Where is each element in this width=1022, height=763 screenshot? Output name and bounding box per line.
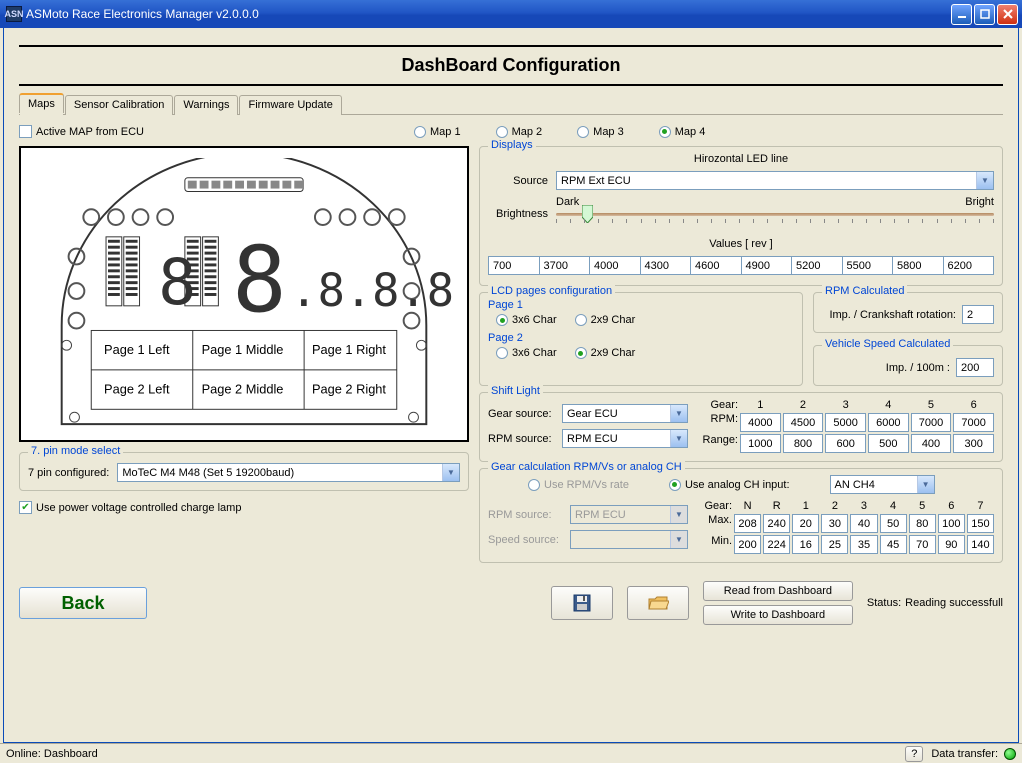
map3-radio[interactable]: Map 3 (577, 126, 624, 138)
chevron-down-icon: ▼ (917, 476, 934, 493)
source-label: Source (488, 175, 548, 187)
help-button[interactable]: ? (905, 746, 923, 762)
source-select[interactable]: RPM Ext ECU▼ (556, 171, 994, 190)
gear-source-select[interactable]: Gear ECU▼ (562, 404, 688, 423)
shift-rpm-source-select[interactable]: RPM ECU▼ (562, 429, 688, 448)
value-input[interactable]: 5800 (892, 256, 943, 275)
pin-configured-label: 7 pin configured: (28, 467, 109, 479)
svg-text:Page 2 Left: Page 2 Left (104, 382, 170, 397)
value-input[interactable]: 4300 (640, 256, 691, 275)
window-title: ASMoto Race Electronics Manager v2.0.0.0 (26, 7, 951, 21)
value-input[interactable]: 4000 (589, 256, 640, 275)
gearcalc-speed-source-select: ▼ (570, 530, 688, 549)
charge-lamp-label: Use power voltage controlled charge lamp (36, 502, 241, 514)
values-row: 700 3700 4000 4300 4600 4900 5200 5500 5… (488, 256, 994, 275)
open-button[interactable] (627, 586, 689, 620)
p1-3x6-radio[interactable]: 3x6 Char (496, 314, 557, 326)
close-button[interactable] (997, 4, 1018, 25)
status-label: Status: (867, 597, 901, 609)
chevron-down-icon: ▼ (670, 430, 687, 447)
speed-calc-input[interactable]: 200 (956, 358, 994, 377)
led-line-title: Hirozontal LED line (488, 153, 994, 165)
pin-configured-select[interactable]: MoTeC M4 M48 (Set 5 19200baud)▼ (117, 463, 460, 482)
status-text: Reading successfull (905, 597, 1003, 609)
values-label: Values [ rev ] (488, 238, 994, 250)
page-title: DashBoard Configuration (19, 55, 1003, 76)
gearcalc-rpm-source-select: RPM ECU▼ (570, 505, 688, 524)
map1-radio[interactable]: Map 1 (414, 126, 461, 138)
p2-2x9-radio[interactable]: 2x9 Char (575, 347, 636, 359)
dashboard-preview: 8 8 .8.8.8. Page 1 Left Page 1 Middle Pa… (19, 146, 469, 442)
chevron-down-icon: ▼ (670, 506, 687, 523)
use-analog-ch-radio[interactable]: Use analog CH input: (669, 479, 790, 491)
active-map-label: Active MAP from ECU (36, 126, 144, 138)
statusbar-right: Data transfer: (931, 748, 998, 760)
folder-icon (647, 593, 669, 613)
map2-radio[interactable]: Map 2 (496, 126, 543, 138)
svg-text:8: 8 (158, 245, 196, 319)
displays-legend: Displays (488, 139, 536, 151)
chevron-down-icon: ▼ (670, 405, 687, 422)
tab-maps[interactable]: Maps (19, 93, 64, 113)
analog-ch-select[interactable]: AN CH4▼ (830, 475, 935, 494)
value-input[interactable]: 5500 (842, 256, 893, 275)
chevron-down-icon: ▼ (670, 531, 687, 548)
svg-text:.8.8.8.: .8.8.8. (290, 264, 457, 317)
svg-text:8: 8 (232, 228, 287, 333)
chevron-down-icon: ▼ (442, 464, 459, 481)
shift-rpm-input[interactable]: 4000 (740, 413, 781, 432)
lcd-legend: LCD pages configuration (488, 285, 615, 297)
brightness-label: Brightness (488, 208, 548, 220)
p2-3x6-radio[interactable]: 3x6 Char (496, 347, 557, 359)
tab-warnings[interactable]: Warnings (174, 95, 238, 115)
brightness-slider[interactable] (556, 213, 994, 216)
tab-firmware-update[interactable]: Firmware Update (239, 95, 341, 115)
svg-text:Page 1 Left: Page 1 Left (104, 342, 170, 357)
pin-mode-legend: 7. pin mode select (28, 445, 123, 457)
titlebar: ASN ASMoto Race Electronics Manager v2.0… (0, 0, 1022, 28)
active-map-checkbox[interactable] (19, 125, 32, 138)
value-input[interactable]: 4900 (741, 256, 792, 275)
minimize-button[interactable] (951, 4, 972, 25)
use-rpm-vs-radio[interactable]: Use RPM/Vs rate (528, 479, 629, 491)
write-to-dashboard-button[interactable]: Write to Dashboard (703, 605, 853, 625)
transfer-led-icon (1004, 748, 1016, 760)
maximize-button[interactable] (974, 4, 995, 25)
svg-text:Page 2 Middle: Page 2 Middle (202, 382, 284, 397)
shift-range-input[interactable]: 1000 (740, 434, 781, 453)
value-input[interactable]: 3700 (539, 256, 590, 275)
floppy-icon (572, 593, 592, 613)
map4-radio[interactable]: Map 4 (659, 126, 706, 138)
value-input[interactable]: 6200 (943, 256, 995, 275)
charge-lamp-checkbox[interactable]: ✔ (19, 501, 32, 514)
save-button[interactable] (551, 586, 613, 620)
value-input[interactable]: 700 (488, 256, 539, 275)
value-input[interactable]: 5200 (791, 256, 842, 275)
tab-sensor-calibration[interactable]: Sensor Calibration (65, 95, 174, 115)
svg-text:Page 1 Middle: Page 1 Middle (202, 342, 284, 357)
value-input[interactable]: 4600 (690, 256, 741, 275)
app-icon: ASN (6, 6, 22, 22)
svg-text:Page 1 Right: Page 1 Right (312, 342, 386, 357)
p1-2x9-radio[interactable]: 2x9 Char (575, 314, 636, 326)
statusbar-left: Online: Dashboard (6, 748, 98, 760)
chevron-down-icon: ▼ (976, 172, 993, 189)
tabs-bar: Maps Sensor Calibration Warnings Firmwar… (19, 94, 1003, 115)
read-from-dashboard-button[interactable]: Read from Dashboard (703, 581, 853, 601)
svg-text:Page 2 Right: Page 2 Right (312, 382, 386, 397)
statusbar: Online: Dashboard ? Data transfer: (0, 743, 1022, 763)
rpm-calc-input[interactable]: 2 (962, 305, 994, 324)
back-button[interactable]: Back (19, 587, 147, 619)
